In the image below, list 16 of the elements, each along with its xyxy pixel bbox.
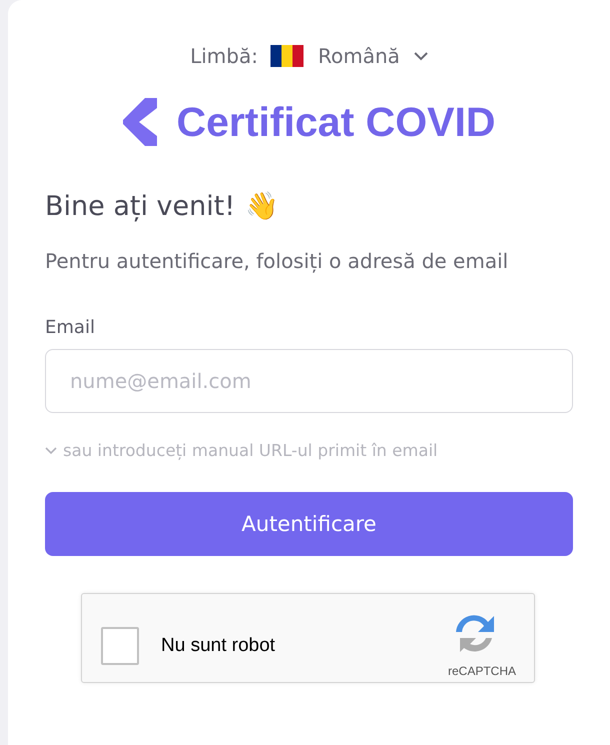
captcha-checkbox[interactable]	[101, 627, 139, 665]
email-label: Email	[45, 317, 96, 338]
login-button[interactable]: Autentificare	[45, 492, 573, 556]
chevron-icon	[45, 446, 57, 454]
email-field[interactable]: nume@email.com	[45, 349, 573, 413]
intro-text: Pentru autentificare, folosiți o adresă de email	[45, 248, 510, 275]
chevron-down-icon	[414, 52, 428, 60]
captcha-label: Nu sunt robot	[161, 635, 276, 657]
language-label: Limbă:	[190, 44, 258, 68]
waving-hand-emoji: 👋	[245, 190, 280, 222]
welcome-heading: Bine ați venit!	[45, 190, 236, 222]
recaptcha-label: reCAPTCHA	[448, 664, 516, 678]
logo-icon	[122, 98, 157, 146]
flag-icon	[270, 45, 304, 67]
language-select[interactable]: Română	[270, 44, 428, 68]
app-title: Certificat COVID	[176, 98, 496, 146]
